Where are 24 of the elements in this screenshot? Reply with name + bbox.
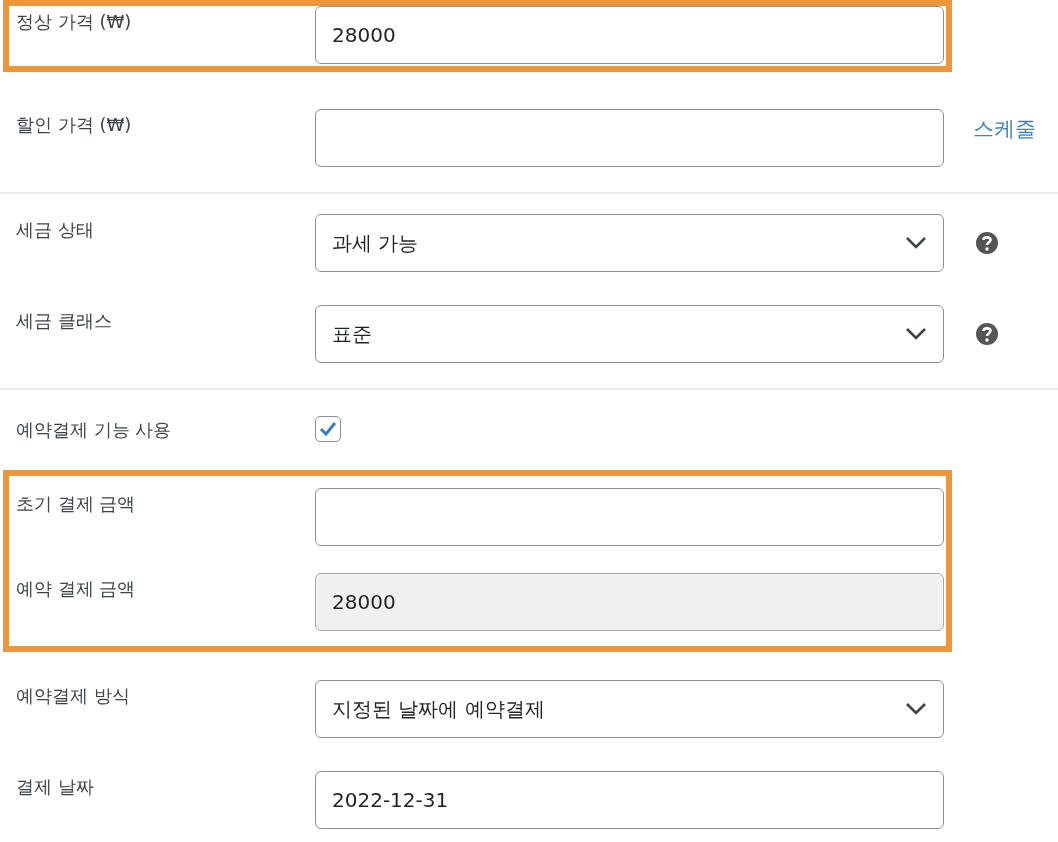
input-field[interactable] [315, 488, 944, 546]
select-field[interactable]: 지정된 날짜에 예약결제 [315, 680, 944, 738]
field-label: 할인 가격 (₩) [15, 113, 133, 137]
field-label: 결제 날짜 [15, 775, 95, 799]
input-field[interactable] [315, 109, 944, 167]
field-label: 초기 결제 금액 [15, 492, 137, 516]
checkbox[interactable] [315, 416, 341, 442]
select-field[interactable]: 표준 [315, 305, 944, 363]
schedule-link[interactable]: 스케줄 [973, 115, 1036, 143]
chevron-down-icon [905, 327, 927, 341]
help-icon[interactable] [975, 322, 999, 346]
chevron-down-icon [905, 702, 927, 716]
chevron-down-icon [905, 236, 927, 250]
input-field[interactable]: 28000 [315, 6, 944, 64]
select-field[interactable]: 과세 가능 [315, 214, 944, 272]
field-label: 세금 클래스 [15, 309, 113, 333]
input-field[interactable]: 2022-12-31 [315, 771, 944, 829]
field-label: 정상 가격 (₩) [15, 10, 133, 34]
field-label: 예약결제 방식 [15, 684, 131, 708]
field-label: 예약 결제 금액 [15, 577, 137, 601]
field-label: 세금 상태 [15, 218, 95, 242]
field-label: 예약결제 기능 사용 [15, 418, 173, 442]
help-icon[interactable] [975, 231, 999, 255]
check-icon [318, 420, 338, 438]
